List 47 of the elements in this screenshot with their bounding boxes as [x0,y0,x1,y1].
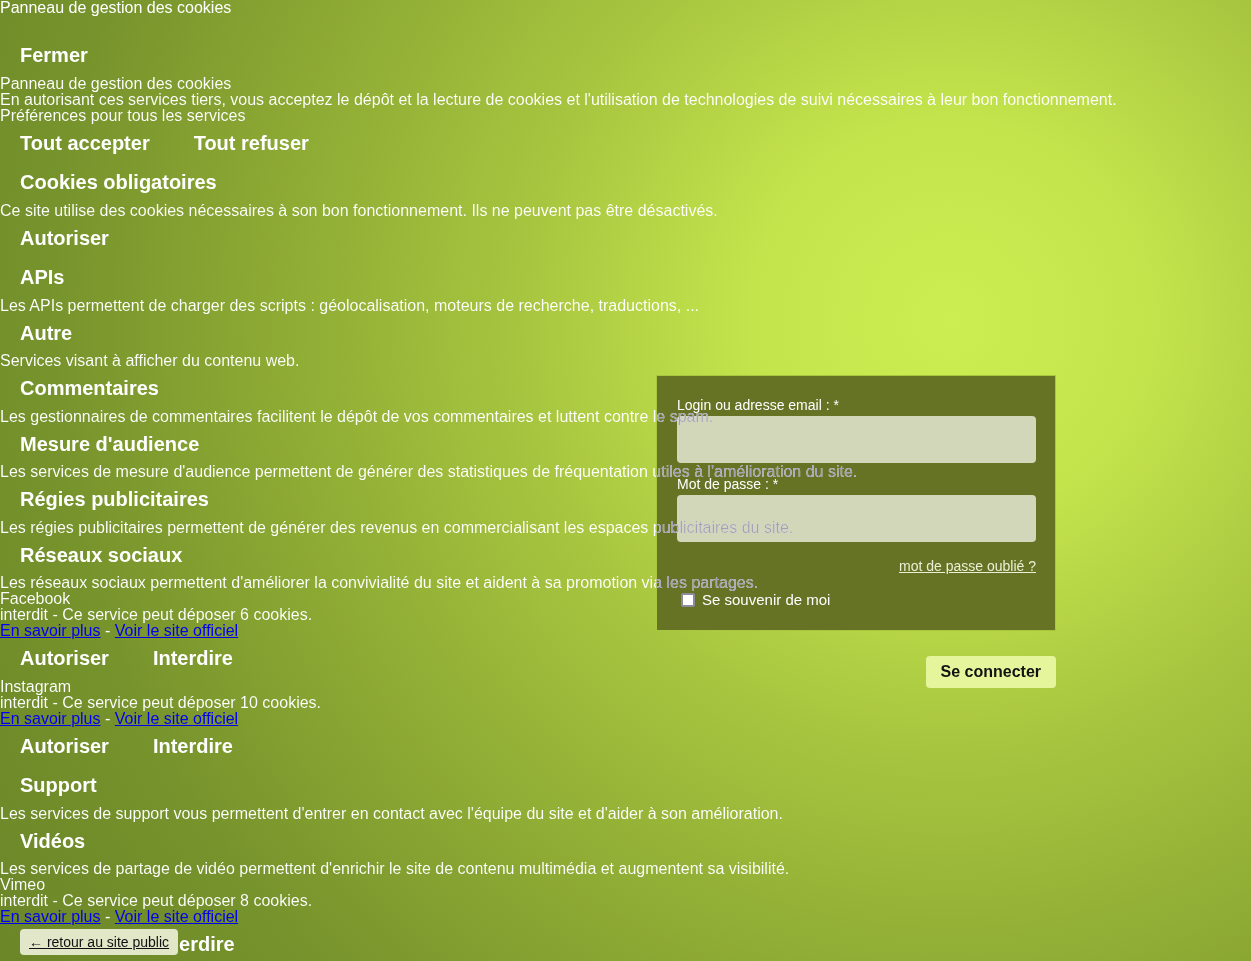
category-title: Régies publicitaires [20,488,209,512]
category-description: Services visant à afficher du contenu web. [0,353,300,369]
service-link[interactable]: Voir le site officiel [114,622,239,639]
back-button[interactable]: ← retour au site public [20,929,179,955]
service-link[interactable]: En savoir plus [0,709,101,727]
checkbox[interactable] [681,593,695,607]
global-action-button[interactable]: Tout refuser [193,131,309,155]
category-title: Réseaux sociaux [20,543,183,567]
service-action-button[interactable]: Interdire [152,647,233,671]
submit-button[interactable]: Se connecter [925,656,1056,688]
link-separator: - [105,622,111,639]
service-status: interdit - Ce service peut déposer 10 cookies. [0,694,322,711]
preferences-label: Préférences pour tous les services [0,107,246,124]
service-action-button[interactable]: Interdire [152,734,233,758]
category-title: Vidéos [20,829,86,853]
service-name: Facebook [0,591,71,607]
service-name: Instagram [0,678,72,695]
category-description: Les APIs permettent de charger des scripts : géolocalisation, moteurs de recherche, traductions, ... [0,297,700,314]
panel-title: Panneau de gestion des cookies [0,0,232,16]
category-title: Cookies obligatoires [20,171,217,195]
link-separator: - [105,908,111,925]
category-title: Commentaires [20,377,159,401]
service-action-button[interactable]: Autoriser [20,734,109,758]
category-title: APIs [20,266,65,290]
intro-text: En autorisant ces services tiers, vous acceptez le dépôt et la lecture de cookies et l'utilisation de technologies de suivi nécessaires à leur bon fonctionnement. [0,91,1117,108]
global-action-button[interactable]: Tout accepter [20,131,150,155]
intro-title: Panneau de gestion des cookies [0,75,232,92]
close-button[interactable]: Fermer [20,44,88,68]
category-description: Ce site utilise des cookies nécessaires à son bon fonctionnement. Ils ne peuvent pas être désactivés. [0,202,718,219]
category-description: Les services de support vous permettent d'entrer en contact avec l'équipe du site et d'aider à son amélioration. [0,805,783,822]
category-title: Support [20,774,97,798]
service-action-button[interactable]: Autoriser [20,647,109,671]
service-status: interdit - Ce service peut déposer 8 cookies. [0,893,313,909]
service-name: Vimeo [0,877,46,893]
link-separator: - [105,709,111,727]
remember-label: Se souvenir de moi [702,591,831,609]
service-link[interactable]: Voir le site officiel [114,908,239,925]
category-description: Les services de partage de vidéo permettent d'enrichir le site de contenu multimédia et augmentent sa visibilité. [0,861,790,877]
service-link[interactable]: En savoir plus [0,622,101,639]
category-title: Autre [20,321,73,345]
service-link[interactable]: En savoir plus [0,908,101,925]
forgot-password-link[interactable]: mot de passe oublié ? [899,557,1036,575]
service-action-button[interactable]: erdire [179,933,235,957]
category-title: Mesure d'audience [20,432,200,456]
category-action-button[interactable]: Autoriser [20,226,109,250]
service-status: interdit - Ce service peut déposer 6 cookies. [0,607,313,623]
category-description: Les réseaux sociaux permettent d'améliorer la convivialité du site et aident à sa promotion via les partages. [0,575,759,591]
